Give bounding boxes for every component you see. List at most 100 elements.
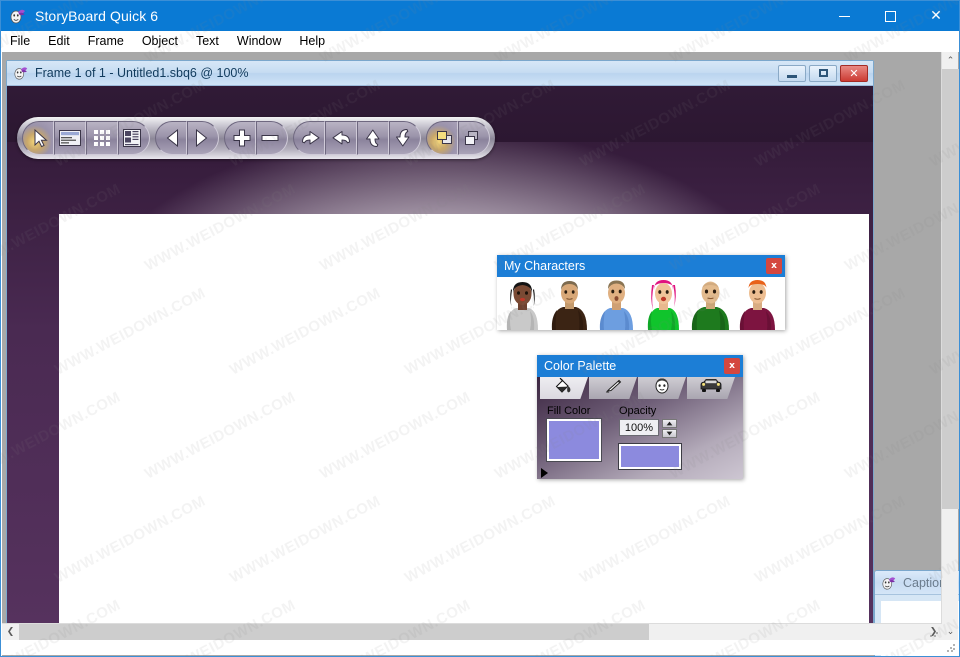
- arrow-cursor-icon: [32, 128, 49, 148]
- horizontal-scrollbar[interactable]: ❮ ❯: [2, 623, 942, 641]
- mdi-client-area: Frame 1 of 1 - Untitled1.sbq6 @ 100% ✕ M…: [2, 52, 959, 656]
- character-list: [497, 277, 785, 330]
- close-button[interactable]: ✕: [913, 1, 959, 31]
- opacity-increase-button[interactable]: [662, 419, 677, 428]
- face-icon: [653, 377, 671, 399]
- previous-frame-button[interactable]: [155, 121, 187, 155]
- vertical-scroll-thumb[interactable]: [942, 69, 959, 509]
- menu-frame[interactable]: Frame: [79, 32, 133, 50]
- fill-color-group: Fill Color: [546, 405, 602, 469]
- send-back-icon: [463, 129, 482, 147]
- add-frame-button[interactable]: [224, 121, 256, 155]
- character-item-3[interactable]: [593, 277, 640, 330]
- color-palette-close-button[interactable]: x: [724, 358, 740, 374]
- app-masks-icon: [9, 7, 27, 25]
- color-palette-panel: Color Palette x Fill Color Opacity 100%: [537, 355, 743, 479]
- frame-window-controls: ✕: [778, 64, 873, 82]
- frame-close-button[interactable]: ✕: [840, 64, 868, 82]
- my-characters-titlebar[interactable]: My Characters x: [497, 255, 785, 277]
- menu-window[interactable]: Window: [228, 32, 290, 50]
- horizontal-scroll-track[interactable]: [19, 623, 925, 641]
- menu-text[interactable]: Text: [187, 32, 228, 50]
- grid-view-icon: [93, 129, 111, 147]
- color-preview-swatch[interactable]: [618, 443, 682, 470]
- maximize-button[interactable]: [867, 1, 913, 31]
- frame-window-titlebar[interactable]: Frame 1 of 1 - Untitled1.sbq6 @ 100% ✕: [7, 61, 873, 86]
- resize-grip-icon[interactable]: [929, 628, 939, 638]
- toolbar-group-navigate: [155, 121, 219, 155]
- minimize-button[interactable]: [821, 1, 867, 31]
- toolbar-group-order: [426, 121, 490, 155]
- character-item-2[interactable]: [546, 277, 593, 330]
- send-to-back-button[interactable]: [458, 121, 490, 155]
- statusbar: [2, 640, 959, 655]
- scroll-down-button[interactable]: ⌄: [942, 623, 959, 640]
- vertical-scrollbar[interactable]: ⌃ ⌄: [941, 52, 959, 640]
- menu-edit[interactable]: Edit: [39, 32, 79, 50]
- arrow-down-icon: [394, 128, 412, 148]
- color-palette-titlebar[interactable]: Color Palette x: [537, 355, 743, 377]
- expand-arrow-icon[interactable]: [541, 468, 548, 478]
- my-characters-close-button[interactable]: x: [766, 258, 782, 274]
- paint-bucket-icon: [554, 377, 574, 399]
- fill-color-label: Fill Color: [547, 405, 591, 417]
- minus-icon: [261, 133, 279, 143]
- grid-view-button[interactable]: [86, 121, 118, 155]
- toolbar-group-addremove: [224, 121, 288, 155]
- fill-tab[interactable]: [540, 377, 588, 399]
- scroll-left-button[interactable]: ❮: [2, 624, 19, 641]
- frame-minimize-button[interactable]: [778, 64, 806, 82]
- character-item-1[interactable]: [499, 277, 546, 330]
- move-up-button[interactable]: [357, 121, 389, 155]
- menu-help[interactable]: Help: [290, 32, 334, 50]
- opacity-input[interactable]: 100%: [619, 419, 659, 436]
- horizontal-scroll-thumb[interactable]: [19, 623, 649, 641]
- storyboard-view-button[interactable]: [118, 121, 150, 155]
- menu-file[interactable]: File: [1, 32, 39, 50]
- move-down-button[interactable]: [389, 121, 421, 155]
- app-masks-icon: [13, 65, 29, 81]
- line-tab[interactable]: [589, 377, 637, 399]
- select-tool-button[interactable]: [22, 121, 54, 155]
- opacity-label: Opacity: [619, 405, 657, 417]
- car-icon: [699, 378, 723, 398]
- character-item-6[interactable]: [734, 277, 781, 330]
- menu-object[interactable]: Object: [133, 32, 187, 50]
- close-icon: ✕: [849, 66, 859, 80]
- arrow-up-icon: [364, 128, 382, 148]
- storyboard-view-icon: [123, 129, 141, 147]
- triangle-right-icon: [194, 129, 208, 147]
- app-title: StoryBoard Quick 6: [35, 8, 159, 24]
- frame-stage: My Characters x Color Palette x Fill Col…: [7, 86, 873, 629]
- character-item-5[interactable]: [687, 277, 734, 330]
- color-palette-tabs: [537, 377, 743, 399]
- arrow-left-icon: [331, 129, 351, 147]
- scroll-up-button[interactable]: ⌃: [942, 52, 959, 69]
- toolbar-group-move: [293, 121, 421, 155]
- bring-to-front-button[interactable]: [426, 121, 458, 155]
- character-tab[interactable]: [638, 377, 686, 399]
- chevron-left-icon: ❮: [6, 627, 15, 637]
- chevron-down-icon: ⌄: [946, 626, 955, 637]
- remove-frame-button[interactable]: [256, 121, 288, 155]
- caption-window-title: Caption: [903, 575, 947, 590]
- toolbar-group-view: [22, 121, 150, 155]
- window-resize-grip-icon[interactable]: [946, 643, 956, 653]
- frame-view-button[interactable]: [54, 121, 86, 155]
- frame-maximize-button[interactable]: [809, 64, 837, 82]
- prop-tab[interactable]: [687, 377, 735, 399]
- move-right-button[interactable]: [293, 121, 325, 155]
- frame-document-window: Frame 1 of 1 - Untitled1.sbq6 @ 100% ✕ M…: [6, 60, 874, 648]
- app-masks-icon: [881, 575, 897, 591]
- move-left-button[interactable]: [325, 121, 357, 155]
- my-characters-title: My Characters: [504, 259, 586, 273]
- fill-color-swatch[interactable]: [546, 418, 602, 462]
- pencil-icon: [603, 378, 623, 399]
- character-item-4[interactable]: [640, 277, 687, 330]
- color-palette-body: Fill Color Opacity 100%: [537, 377, 743, 479]
- opacity-decrease-button[interactable]: [662, 429, 677, 438]
- color-palette-title: Color Palette: [544, 359, 617, 373]
- color-palette-fields: Fill Color Opacity 100%: [537, 399, 743, 479]
- chevron-up-icon: ⌃: [946, 55, 955, 66]
- next-frame-button[interactable]: [187, 121, 219, 155]
